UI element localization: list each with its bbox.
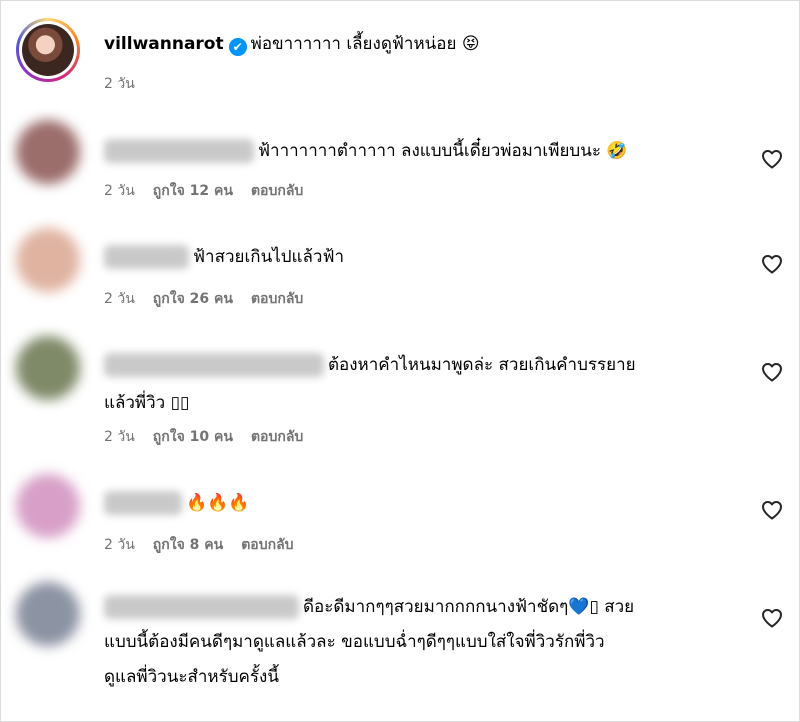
- verified-badge-icon: ✔: [228, 38, 247, 56]
- comment-meta: 2 วัน ถูกใจ 12 คน ตอบกลับ: [104, 180, 321, 202]
- comment-line: แล้วพี่วิว ▯▯: [104, 393, 190, 413]
- commenter-username-blurred[interactable]: [104, 245, 189, 269]
- reply-button[interactable]: ตอบกลับ: [251, 291, 303, 307]
- commenter-avatar[interactable]: [16, 582, 80, 646]
- heart-icon[interactable]: [760, 147, 784, 171]
- reply-button[interactable]: ตอบกลับ: [241, 537, 293, 553]
- comment-line: ต้องหาคำไหนมาพูดล่ะ สวยเกินคำบรรยาย: [104, 346, 724, 384]
- comment-body: ฟ้าสวยเกินไปแล้วฟ้า: [104, 238, 724, 276]
- commenter-avatar[interactable]: [16, 336, 80, 400]
- commenter-avatar[interactable]: [16, 228, 80, 292]
- comment-likes[interactable]: ถูกใจ 26 คน: [153, 291, 233, 307]
- comment-text: ดีอะดีมากๆๆสวยมากกกกนางฟ้าชัดๆ💙▯ สวย: [303, 597, 635, 617]
- comment-meta: 2 วัน ถูกใจ 10 คน ตอบกลับ: [104, 426, 321, 448]
- caption-timestamp[interactable]: 2 วัน: [104, 73, 135, 95]
- comment-text: ต้องหาคำไหนมาพูดล่ะ สวยเกินคำบรรยาย: [328, 355, 636, 375]
- caption-text: พ่อขาาาาาา เลี้ยงดูฟ้าหน่อย 😝: [250, 34, 480, 54]
- comment-line: ดูแลพี่วิวนะสำหรับครั้งนี้: [104, 667, 279, 687]
- reply-button[interactable]: ตอบกลับ: [251, 429, 303, 445]
- comment-likes[interactable]: ถูกใจ 8 คน: [153, 537, 223, 553]
- heart-icon[interactable]: [760, 606, 784, 630]
- comment-text: 🔥🔥🔥: [186, 493, 250, 513]
- comment-timestamp[interactable]: 2 วัน: [104, 183, 135, 199]
- comment-likes[interactable]: ถูกใจ 12 คน: [153, 183, 233, 199]
- heart-icon[interactable]: [760, 498, 784, 522]
- commenter-username-blurred[interactable]: [104, 353, 324, 377]
- heart-icon[interactable]: [760, 360, 784, 384]
- owner-username[interactable]: villwannarot: [104, 34, 224, 54]
- caption-line: villwannarot ✔ พ่อขาาาาาา เลี้ยงดูฟ้าหน่อย…: [104, 32, 480, 56]
- comment-body: ฟ้าาาาาาาตำาาาา ลงแบบนี้เดี๋ยวพ่อมาเพียบ…: [104, 132, 724, 170]
- reply-button[interactable]: ตอบกลับ: [251, 183, 303, 199]
- commenter-username-blurred[interactable]: [104, 139, 254, 163]
- owner-avatar[interactable]: [16, 18, 80, 82]
- commenter-username-blurred[interactable]: [104, 595, 299, 619]
- comment-text: ฟ้าาาาาาาตำาาาา ลงแบบนี้เดี๋ยวพ่อมาเพียบ…: [258, 141, 628, 161]
- commenter-username-blurred[interactable]: [104, 491, 182, 515]
- comment-timestamp[interactable]: 2 วัน: [104, 429, 135, 445]
- commenter-avatar[interactable]: [16, 474, 80, 538]
- comment-meta: 2 วัน ถูกใจ 26 คน ตอบกลับ: [104, 288, 321, 310]
- comment-body: ต้องหาคำไหนมาพูดล่ะ สวยเกินคำบรรยาย แล้ว…: [104, 346, 724, 422]
- comment-meta: 2 วัน ถูกใจ 8 คน ตอบกลับ: [104, 534, 312, 556]
- heart-icon[interactable]: [760, 252, 784, 276]
- comment-line: ดีอะดีมากๆๆสวยมากกกกนางฟ้าชัดๆ💙▯ สวย: [104, 590, 724, 625]
- comment-body: 🔥🔥🔥: [104, 484, 724, 522]
- comment-timestamp[interactable]: 2 วัน: [104, 291, 135, 307]
- comment-timestamp[interactable]: 2 วัน: [104, 537, 135, 553]
- comment-text: ฟ้าสวยเกินไปแล้วฟ้า: [193, 247, 345, 267]
- commenter-avatar[interactable]: [16, 120, 80, 184]
- comment-body: ดีอะดีมากๆๆสวยมากกกกนางฟ้าชัดๆ💙▯ สวย แบบ…: [104, 590, 724, 695]
- comment-likes[interactable]: ถูกใจ 10 คน: [153, 429, 233, 445]
- comment-line: แบบนี้ต้องมีคนดีๆมาดูแลแล้วละ ขอแบบฉ่ำๆด…: [104, 632, 605, 652]
